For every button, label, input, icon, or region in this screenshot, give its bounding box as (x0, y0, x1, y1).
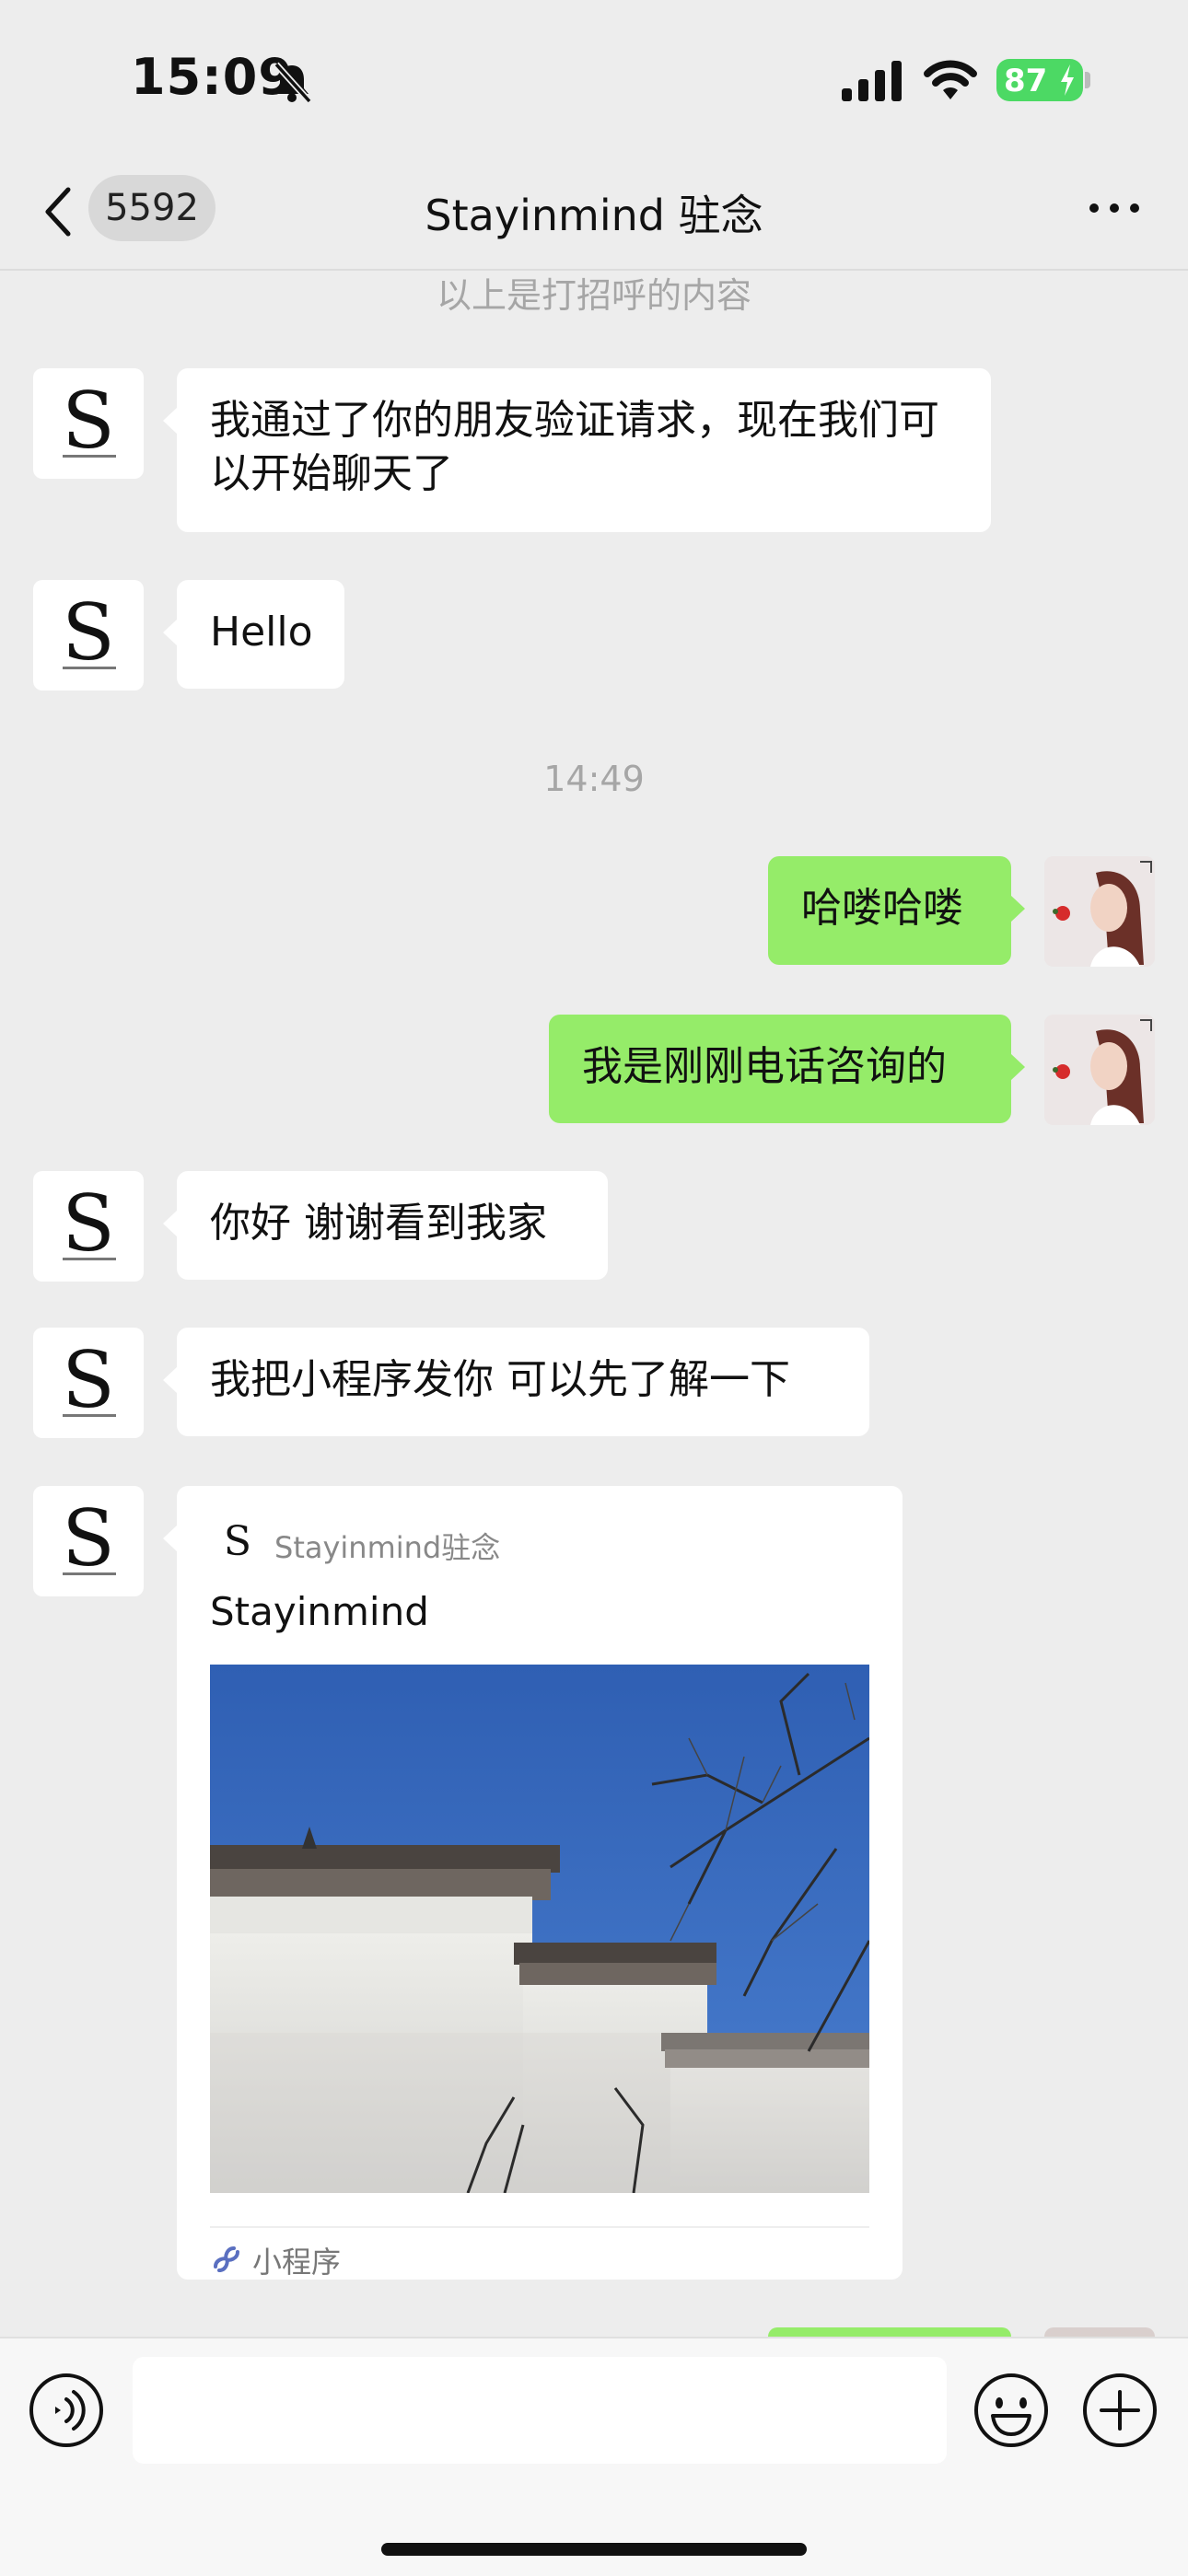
bell-muted-icon (274, 62, 312, 103)
message-text: Hello (210, 609, 313, 656)
signal-icon (842, 61, 902, 101)
user-photo (1044, 856, 1155, 967)
avatar-letter: S (62, 587, 115, 678)
avatar-letter: S (62, 1493, 115, 1584)
plus-icon[interactable] (1081, 2372, 1159, 2449)
status-time: 15:09 (131, 48, 294, 106)
message-text: 你好 谢谢看到我家 (210, 1200, 547, 1247)
voice-icon[interactable] (28, 2372, 105, 2449)
message-timestamp: 14:49 (543, 759, 645, 799)
contact-avatar[interactable]: S (33, 1328, 144, 1438)
wifi-icon (924, 60, 977, 99)
message-bubble[interactable]: 我是刚刚电话咨询的 (549, 1015, 1025, 1123)
chat-title: Stayinmind 驻念 (425, 191, 763, 240)
home-indicator[interactable] (381, 2543, 807, 2556)
avatar-letter: S (62, 1335, 115, 1425)
card-divider (210, 2226, 869, 2228)
battery-charging-icon: 87 (996, 59, 1083, 101)
message-input[interactable] (133, 2357, 947, 2464)
status-bar: 15:09 87 (0, 0, 1188, 157)
mini-program-name: Stayinmind驻念 (274, 1530, 501, 1565)
message-text: 我把小程序发你 可以先了解一下 (210, 1356, 790, 1403)
message-bubble[interactable]: Hello (163, 580, 344, 689)
emoji-icon[interactable] (973, 2372, 1050, 2449)
more-icon[interactable] (1087, 201, 1142, 215)
mini-program-title: Stayinmind (210, 1589, 429, 1634)
user-avatar-partial (1044, 2327, 1155, 2337)
chat-input-bar (0, 2337, 1188, 2576)
contact-avatar[interactable]: S (33, 1171, 144, 1282)
user-avatar[interactable] (1044, 1015, 1155, 1125)
avatar-letter: S (62, 376, 115, 466)
message-text: 我通过了你的朋友验证请求，现在我们可以开始聊天了 (210, 397, 939, 497)
mini-program-card[interactable]: S Stayinmind驻念 Stayinmind 小程序 (163, 1486, 903, 2280)
user-avatar[interactable] (1044, 856, 1155, 967)
message-bubble[interactable]: 哈喽哈喽 (768, 856, 1025, 965)
mini-program-label: 小程序 (252, 2245, 342, 2280)
message-bubble[interactable]: 你好 谢谢看到我家 (163, 1171, 608, 1280)
greeting-notice: 以上是打招呼的内容 (436, 275, 751, 316)
battery-tip (1085, 72, 1090, 88)
chat-header: 5592 Stayinmind 驻念 (0, 157, 1188, 271)
contact-avatar[interactable]: S (33, 580, 144, 690)
mini-program-cover-image (210, 1665, 869, 2193)
mini-program-logo: S (223, 1518, 252, 1565)
contact-avatar[interactable]: S (33, 1486, 144, 1596)
mini-program-link-icon (214, 2246, 239, 2272)
message-text: 哈喽哈喽 (801, 885, 963, 932)
message-bubble[interactable]: 我把小程序发你 可以先了解一下 (163, 1328, 869, 1436)
message-bubble[interactable]: 我通过了你的朋友验证请求，现在我们可以开始聊天了 (163, 368, 991, 532)
user-photo (1044, 1015, 1155, 1125)
contact-avatar[interactable]: S (33, 368, 144, 479)
avatar-letter: S (62, 1178, 115, 1269)
message-bubble-partial (768, 2327, 1011, 2337)
battery-level: 87 (1004, 63, 1048, 99)
message-text: 我是刚刚电话咨询的 (582, 1043, 947, 1090)
